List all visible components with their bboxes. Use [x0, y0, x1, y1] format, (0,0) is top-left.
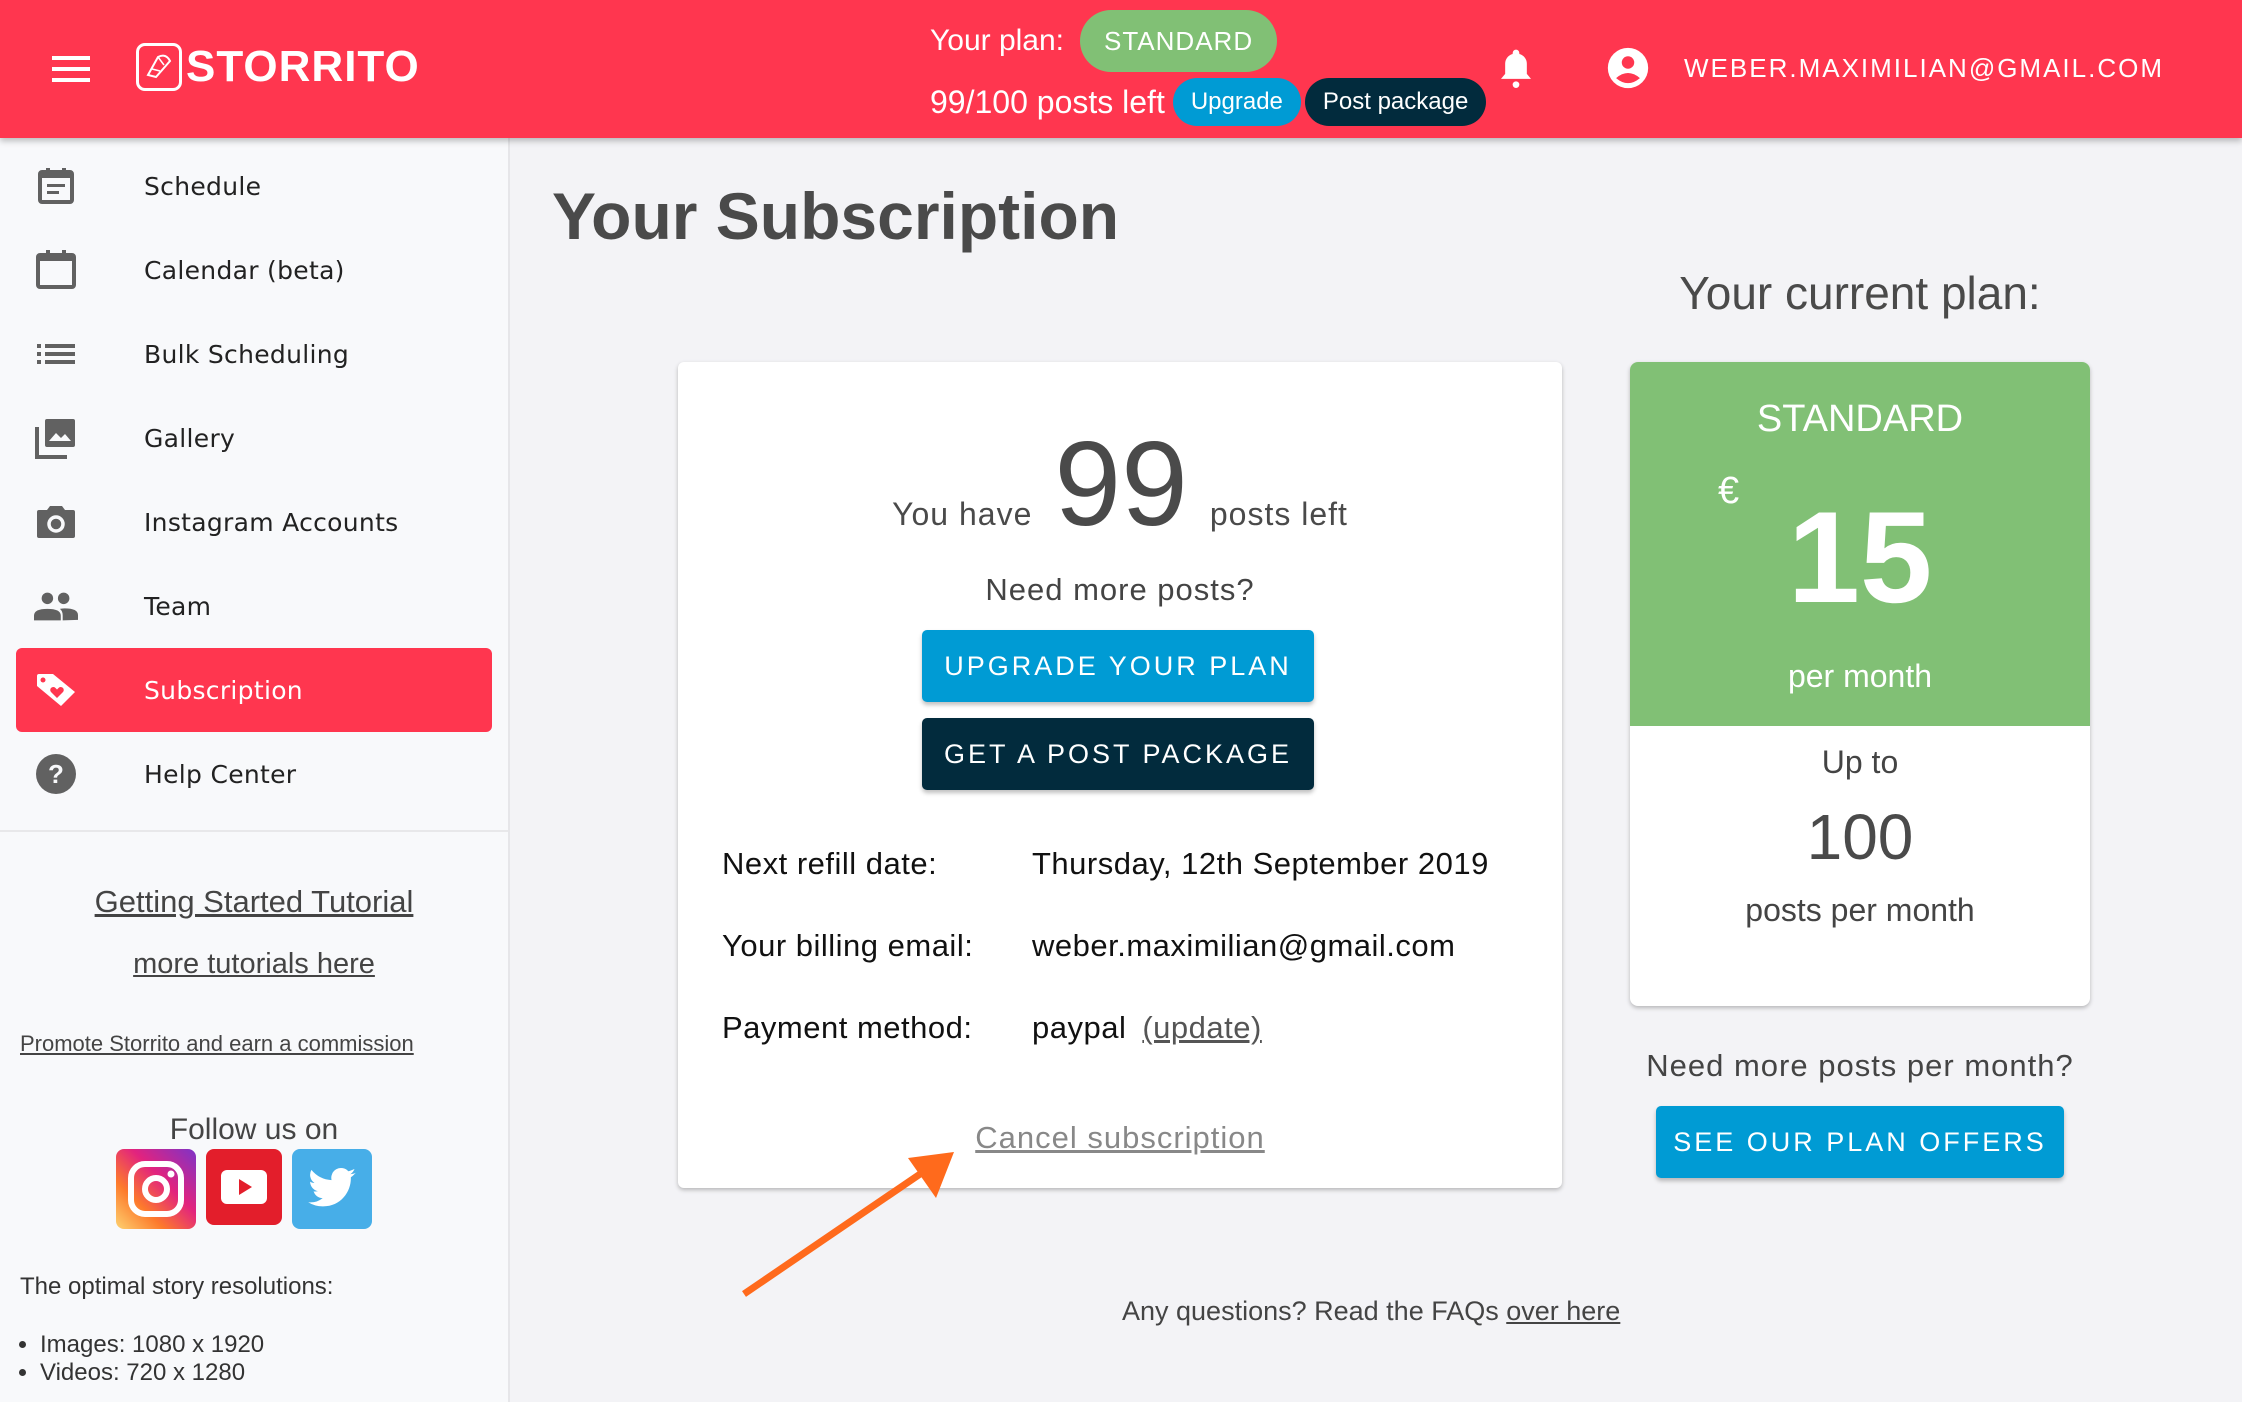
billing-email-label: Your billing email:	[722, 928, 974, 963]
sidebar-item-label: Schedule	[144, 171, 262, 201]
plan-price: 15	[1787, 484, 1933, 630]
social-links	[0, 1149, 508, 1229]
subscription-card: You have 99 posts left Need more posts? …	[678, 362, 1562, 1188]
top-bar: STORRITO Your plan: STANDARD 99/100 post…	[0, 0, 2242, 138]
current-plan-card: STANDARD € 15 per month Up to 100 posts …	[1630, 362, 2090, 1006]
youtube-icon[interactable]	[206, 1149, 282, 1225]
plan-up-to: Up to	[1821, 744, 1899, 780]
posts-remaining: You have 99 posts left	[678, 424, 1562, 544]
resolutions-list: Images: 1080 x 1920 Videos: 720 x 1280	[0, 1331, 508, 1387]
resolutions-title: The optimal story resolutions:	[20, 1273, 334, 1300]
getting-started-tutorial-link[interactable]: Getting Started Tutorial	[0, 884, 508, 920]
list-icon	[34, 332, 78, 376]
account-menu[interactable]: WEBER.MAXIMILIAN@GMAIL.COM	[1606, 46, 2164, 90]
payment-method-value: paypal (update)	[1032, 1010, 1262, 1046]
need-more-posts-label: Need more posts?	[985, 572, 1255, 607]
plan-card-header: STANDARD € 15 per month	[1630, 362, 2090, 726]
posts-left-counter: 99/100 posts left	[930, 83, 1165, 120]
post-package-button[interactable]: Post package	[1304, 78, 1487, 126]
logo[interactable]: STORRITO	[136, 42, 420, 92]
more-tutorials-link[interactable]: more tutorials here	[0, 948, 508, 981]
plan-period: per month	[1787, 658, 1933, 694]
sidebar-item-label: Calendar (beta)	[144, 255, 345, 285]
sidebar-item-calendar[interactable]: Calendar (beta)	[16, 228, 492, 312]
follow-us-label: Follow us on	[169, 1113, 339, 1146]
cancel-subscription-link[interactable]: Cancel subscription	[975, 1120, 1265, 1155]
camera-icon	[34, 500, 78, 544]
plan-name: STANDARD	[1756, 398, 1964, 440]
payment-method-label: Payment method:	[722, 1010, 973, 1045]
payment-method-row: Payment method: paypal (update)	[722, 1010, 1261, 1046]
sidebar: Schedule Calendar (beta) Bulk Scheduling…	[0, 138, 510, 1402]
sidebar-item-label: Team	[144, 591, 212, 621]
resolution-item: Images: 1080 x 1920	[40, 1331, 508, 1359]
faq-text: Any questions? Read the FAQs	[1122, 1296, 1499, 1326]
you-have-label: You have	[892, 496, 1033, 532]
sidebar-nav: Schedule Calendar (beta) Bulk Scheduling…	[0, 138, 508, 832]
next-refill-label: Next refill date:	[722, 846, 938, 881]
plan-label: Your plan:	[930, 24, 1065, 57]
faq-link[interactable]: over here	[1506, 1296, 1620, 1326]
billing-email-row: Your billing email: weber.maximilian@gma…	[722, 928, 1455, 964]
sidebar-item-bulk-scheduling[interactable]: Bulk Scheduling	[16, 312, 492, 396]
page-title: Your Subscription	[552, 179, 1120, 253]
notification-bell-icon[interactable]	[1496, 46, 1536, 95]
account-email: WEBER.MAXIMILIAN@GMAIL.COM	[1684, 52, 2164, 83]
twitter-icon[interactable]	[292, 1149, 372, 1229]
sidebar-links: Getting Started Tutorial more tutorials …	[0, 884, 508, 1057]
plan-posts-count: 100	[1806, 801, 1914, 873]
gallery-icon	[34, 416, 78, 460]
annotation-arrow-icon	[742, 1152, 954, 1297]
billing-email-value: weber.maximilian@gmail.com	[1032, 928, 1456, 963]
need-more-posts-per-month-label: Need more posts per month?	[1646, 1048, 2074, 1083]
get-post-package-button[interactable]: GET A POST PACKAGE	[922, 718, 1314, 790]
menu-icon[interactable]	[52, 56, 90, 82]
sidebar-item-label: Help Center	[144, 759, 297, 789]
plan-badge: STANDARD	[1080, 10, 1278, 72]
instagram-icon[interactable]	[116, 1149, 196, 1229]
svg-text:?: ?	[48, 759, 64, 789]
sidebar-item-label: Instagram Accounts	[144, 507, 399, 537]
brand-name: STORRITO	[186, 42, 420, 91]
sidebar-item-label: Gallery	[144, 423, 236, 453]
upgrade-button[interactable]: Upgrade	[1172, 78, 1301, 126]
update-payment-link[interactable]: (update)	[1142, 1010, 1261, 1045]
sidebar-item-gallery[interactable]: Gallery	[16, 396, 492, 480]
account-circle-icon	[1607, 47, 1649, 89]
see-plan-offers-button[interactable]: SEE OUR PLAN OFFERS	[1656, 1106, 2064, 1178]
sidebar-item-schedule[interactable]: Schedule	[16, 144, 492, 228]
current-plan-title: Your current plan:	[1679, 267, 2041, 319]
payment-method-name: paypal	[1032, 1010, 1127, 1045]
posts-count: 99	[1054, 417, 1188, 551]
promote-storrito-link[interactable]: Promote Storrito and earn a commission	[0, 1031, 508, 1057]
sidebar-item-help-center[interactable]: ? Help Center	[16, 732, 492, 816]
plan-posts-period: posts per month	[1745, 892, 1975, 928]
next-refill-row: Next refill date: Thursday, 12th Septemb…	[722, 846, 1488, 882]
help-icon: ?	[34, 752, 78, 796]
sidebar-item-label: Bulk Scheduling	[144, 339, 350, 369]
sidebar-item-instagram-accounts[interactable]: Instagram Accounts	[16, 480, 492, 564]
sidebar-item-label: Subscription	[144, 675, 303, 705]
schedule-icon	[34, 164, 78, 208]
sidebar-item-team[interactable]: Team	[16, 564, 492, 648]
upgrade-your-plan-button[interactable]: UPGRADE YOUR PLAN	[922, 630, 1314, 702]
posts-left-label: posts left	[1209, 496, 1348, 532]
next-refill-value: Thursday, 12th September 2019	[1032, 846, 1489, 881]
plan-info: Your plan: STANDARD 99/100 posts left Up…	[930, 8, 1487, 130]
faq-line: Any questions? Read the FAQs over here	[1122, 1296, 1620, 1327]
sidebar-item-subscription[interactable]: Subscription	[16, 648, 492, 732]
tag-heart-icon	[34, 668, 78, 712]
resolution-item: Videos: 720 x 1280	[40, 1359, 508, 1387]
team-icon	[34, 584, 78, 628]
calendar-icon	[34, 248, 78, 292]
burrito-logo-icon	[136, 43, 182, 91]
